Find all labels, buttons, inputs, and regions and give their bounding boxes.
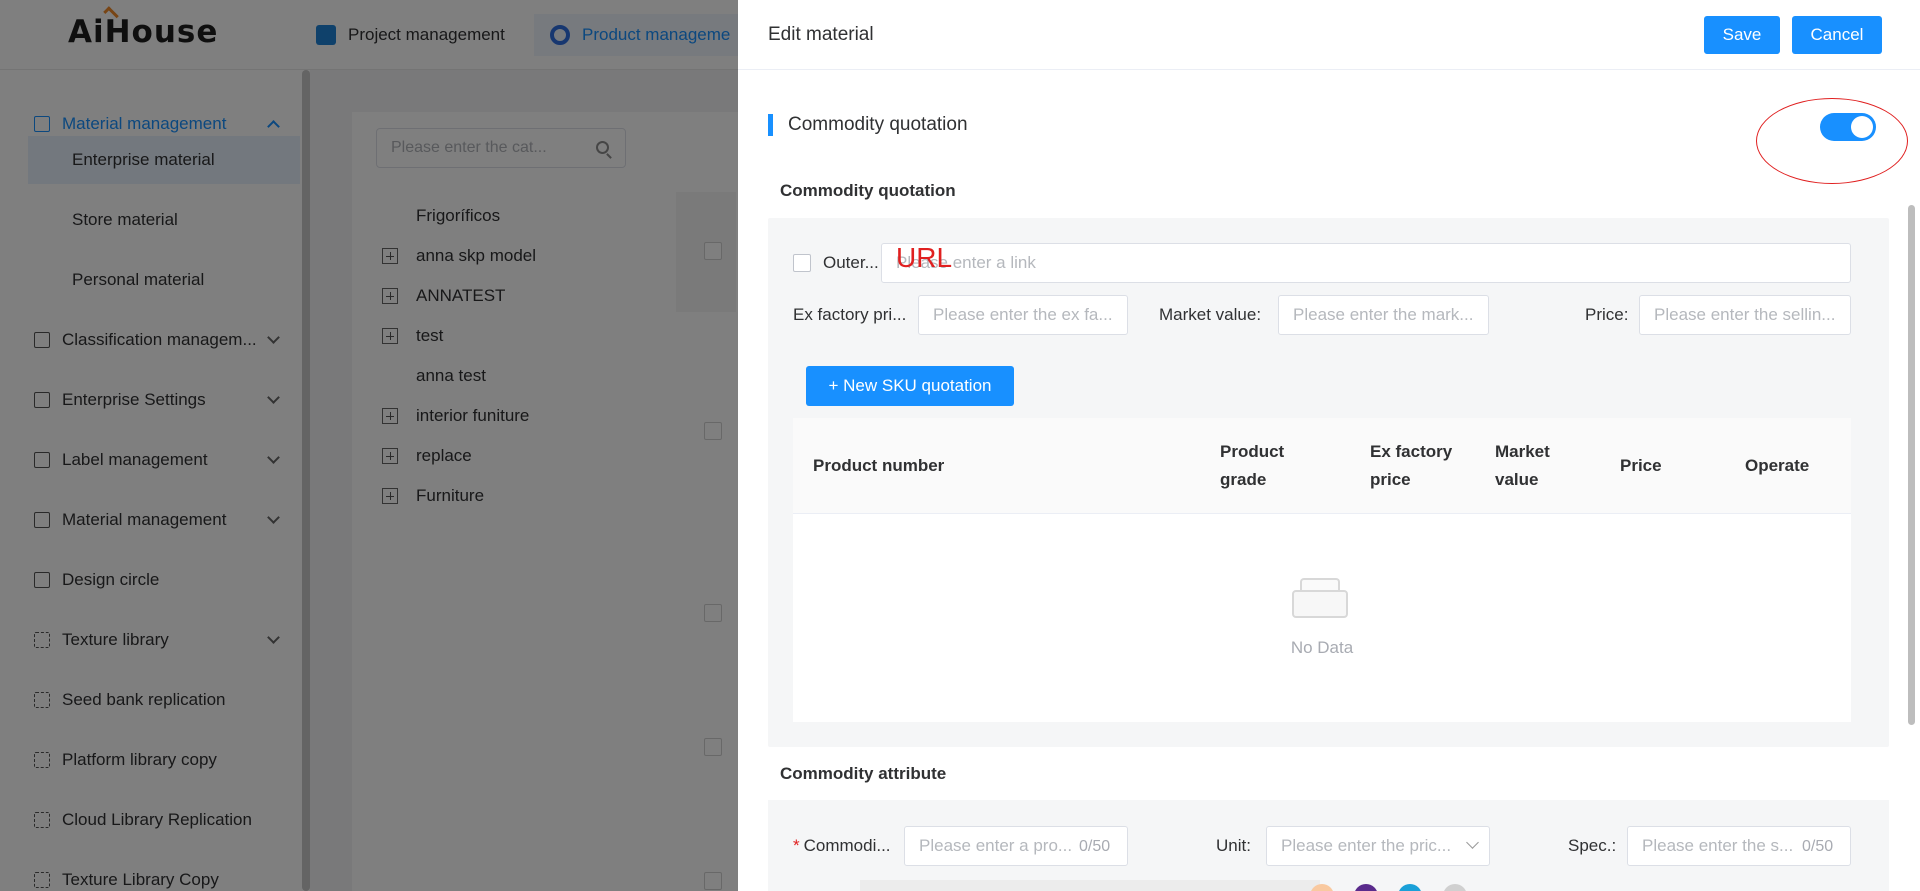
price-input[interactable]: Please enter the sellin... [1639,295,1851,335]
empty-inbox-icon [1288,576,1352,622]
price-label: Price: [1585,305,1629,324]
url-annotation: URL [896,242,953,273]
new-sku-quotation-button[interactable]: + New SKU quotation [806,366,1014,406]
column-operate: Operate [1745,456,1810,475]
edit-material-drawer: Edit material Save Cancel Commodity quot… [738,0,1920,891]
section-title: Commodity quotation [788,114,968,135]
commodity-name-label: * Commodi... [793,836,891,855]
required-asterisk: * [793,836,800,855]
quotation-subtitle: Commodity quotation [780,181,956,200]
empty-state-text: No Data [1290,638,1354,657]
attribute-subtitle: Commodity attribute [780,764,947,783]
annotation-ellipse [1756,98,1908,184]
save-button[interactable]: Save [1704,16,1780,54]
cancel-button[interactable]: Cancel [1792,16,1882,54]
column-price: Price [1620,456,1662,475]
section-accent-bar [768,114,773,136]
market-value-label: Market value: [1159,305,1262,324]
table-header: Product number Product grade Ex factory … [793,418,1851,514]
spec-label: Spec.: [1568,836,1617,855]
ex-factory-price-input[interactable]: Please enter the ex fa... [918,295,1128,335]
column-market-value: Market value [1495,442,1550,489]
sku-table: Product number Product grade Ex factory … [793,418,1851,722]
outer-link-label: Outer... [823,253,879,272]
link-input[interactable]: Please enter a link [881,243,1851,283]
drawer-scrollbar[interactable] [1908,205,1915,725]
market-value-input[interactable]: Please enter the mark... [1278,295,1489,335]
drawer-title: Edit material [768,24,874,45]
column-ex-factory-price: Ex factory price [1370,442,1453,489]
spec-char-counter: 0/50 [1802,838,1834,855]
unit-label: Unit: [1216,836,1251,855]
drawer-header: Edit material Save Cancel [738,0,1920,70]
ex-factory-label: Ex factory pri... [793,305,907,324]
unit-select[interactable]: Please enter the pric... [1266,826,1490,866]
bottom-strip [860,880,1320,891]
outer-link-checkbox[interactable] [793,254,811,272]
column-product-grade: Product grade [1220,442,1285,489]
commodity-char-counter: 0/50 [1079,838,1111,855]
column-product-number: Product number [813,456,945,475]
